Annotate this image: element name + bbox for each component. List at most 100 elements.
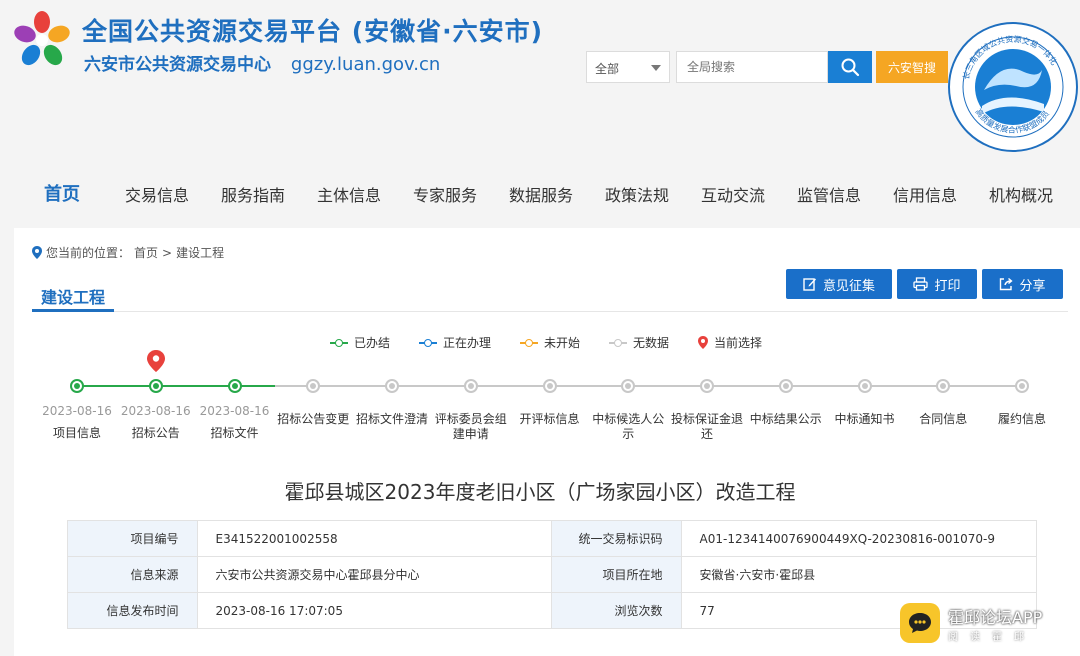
legend-current: 当前选择 bbox=[698, 334, 762, 351]
center-subtitle: 六安市公共资源交易中心 ggzy.luan.gov.cn bbox=[84, 50, 440, 75]
legend-swatch-done bbox=[330, 338, 348, 348]
page-root: 全国公共资源交易平台 (安徽省·六安市) 六安市公共资源交易中心 ggzy.lu… bbox=[0, 0, 1080, 656]
timeline-step-label[interactable]: 项目信息 bbox=[37, 426, 117, 441]
timeline-node[interactable] bbox=[1015, 379, 1029, 393]
timeline-step-label[interactable]: 履约信息 bbox=[982, 412, 1062, 427]
table-row: 信息发布时间 2023-08-16 17:07:05 浏览次数 77 bbox=[67, 592, 1038, 629]
legend-swatch-doing bbox=[419, 338, 437, 348]
timeline-step-label[interactable]: 招标公告变更 bbox=[273, 412, 353, 427]
timeline-node[interactable] bbox=[621, 379, 636, 393]
table-row: 信息来源 六安市公共资源交易中心霍邱县分中心 项目所在地 安徽省·六安市·霍邱县 bbox=[67, 556, 1038, 593]
app-watermark: 霍邱论坛APP 阅读霍邱 bbox=[900, 600, 1070, 646]
timeline-node[interactable] bbox=[385, 379, 399, 393]
legend-not-started: 未开始 bbox=[520, 334, 580, 351]
chevron-down-icon bbox=[651, 65, 661, 71]
app-name: 霍邱论坛APP bbox=[948, 607, 1043, 627]
timeline-node[interactable] bbox=[306, 379, 321, 393]
tab-construction[interactable]: 建设工程 bbox=[32, 282, 114, 312]
timeline-step-date: 2023-08-16 bbox=[42, 404, 112, 418]
printer-icon bbox=[913, 277, 929, 291]
legend-label-current: 当前选择 bbox=[714, 336, 763, 350]
timeline-step-date: 2023-08-16 bbox=[120, 404, 191, 418]
platform-title: 全国公共资源交易平台 (安徽省·六安市) bbox=[82, 17, 544, 46]
legend-label-not-started: 未开始 bbox=[544, 336, 581, 350]
nav-item-policy[interactable]: 政策法规 bbox=[605, 182, 669, 206]
timeline-step-label[interactable]: 中标候选人公示 bbox=[588, 412, 668, 442]
print-button[interactable]: 打印 bbox=[897, 269, 977, 299]
breadcrumb-separator: > bbox=[162, 245, 173, 260]
timeline-node[interactable] bbox=[700, 379, 714, 393]
legend-doing: 正在办理 bbox=[419, 334, 491, 351]
label-info-source: 信息来源 bbox=[67, 556, 198, 593]
legend-swatch-no-data bbox=[609, 338, 627, 348]
value-project-code: E341522001002558 bbox=[196, 520, 553, 557]
project-info-table: 项目编号 E341522001002558 统一交易标识码 A01-123414… bbox=[67, 520, 1038, 629]
nav-item-expert-service[interactable]: 专家服务 bbox=[413, 182, 477, 206]
legend-no-data: 无数据 bbox=[609, 334, 669, 351]
site-header: 全国公共资源交易平台 (安徽省·六安市) 六安市公共资源交易中心 ggzy.lu… bbox=[0, 0, 1080, 160]
timeline-step-label[interactable]: 招标文件澄清 bbox=[352, 412, 432, 427]
nav-item-about[interactable]: 机构概况 bbox=[989, 182, 1053, 206]
map-marker-icon bbox=[698, 336, 708, 349]
feedback-label: 意见征集 bbox=[822, 278, 875, 294]
nav-item-entity-info[interactable]: 主体信息 bbox=[317, 182, 381, 206]
nav-item-home[interactable]: 首页 bbox=[44, 180, 80, 206]
value-trade-id: A01-1234140076900449XQ-20230816-001070-9 bbox=[680, 520, 1038, 557]
platform-logo-icon bbox=[14, 11, 70, 66]
label-location: 项目所在地 bbox=[551, 556, 682, 593]
timeline-step-label[interactable]: 评标委员会组建申请 bbox=[431, 412, 511, 442]
breadcrumb-prefix: 您当前的位置： bbox=[46, 246, 131, 260]
print-label: 打印 bbox=[934, 278, 961, 294]
feedback-button[interactable]: 意见征集 bbox=[786, 269, 892, 299]
current-step-marker-icon bbox=[146, 350, 165, 372]
value-location: 安徽省·六安市·霍邱县 bbox=[680, 556, 1038, 593]
smart-search-button[interactable]: 六安智搜 bbox=[876, 51, 948, 83]
timeline-step-label[interactable]: 中标结果公示 bbox=[746, 412, 826, 427]
nav-item-supervision[interactable]: 监管信息 bbox=[797, 182, 861, 206]
site-domain: ggzy.luan.gov.cn bbox=[290, 54, 441, 75]
timeline-node[interactable] bbox=[542, 379, 557, 393]
share-button[interactable]: 分享 bbox=[982, 269, 1063, 299]
share-label: 分享 bbox=[1019, 278, 1046, 294]
legend-swatch-not-started bbox=[520, 338, 538, 348]
value-info-source: 六安市公共资源交易中心霍邱县分中心 bbox=[196, 556, 553, 593]
label-view-count: 浏览次数 bbox=[551, 592, 682, 629]
search-scope-select[interactable]: 全部 bbox=[586, 51, 670, 83]
search-icon bbox=[841, 58, 860, 77]
location-pin-icon bbox=[32, 246, 42, 259]
timeline-node[interactable] bbox=[227, 379, 242, 393]
value-publish-time: 2023-08-16 17:07:05 bbox=[196, 592, 553, 629]
timeline-node[interactable] bbox=[936, 379, 951, 393]
nav-item-service-guide[interactable]: 服务指南 bbox=[221, 182, 285, 206]
timeline-node[interactable] bbox=[148, 379, 163, 393]
search-button[interactable] bbox=[828, 51, 872, 83]
search-scope-value: 全部 bbox=[595, 62, 620, 76]
timeline-step-label[interactable]: 招标文件 bbox=[195, 426, 275, 441]
nav-item-interaction[interactable]: 互动交流 bbox=[701, 182, 765, 206]
timeline-node[interactable] bbox=[778, 379, 793, 393]
timeline-node[interactable] bbox=[463, 379, 478, 393]
timeline-step-label[interactable]: 合同信息 bbox=[903, 412, 983, 427]
legend-label-no-data: 无数据 bbox=[633, 336, 670, 350]
edit-icon bbox=[803, 278, 816, 291]
nav-item-credit[interactable]: 信用信息 bbox=[893, 182, 957, 206]
project-title: 霍邱县城区2023年度老旧小区（广场家园小区）改造工程 bbox=[284, 480, 796, 504]
timeline-node[interactable] bbox=[70, 379, 84, 393]
timeline-step-label[interactable]: 招标公告 bbox=[116, 426, 196, 441]
legend-label-done: 已办结 bbox=[354, 336, 391, 350]
alliance-emblem-icon: 长三角区域公共资源交易一体化 高质量发展合作联盟成员 bbox=[948, 22, 1078, 152]
section-divider bbox=[32, 311, 1068, 312]
timeline-step-label[interactable]: 投标保证金退还 bbox=[667, 412, 747, 442]
search-input[interactable] bbox=[676, 51, 828, 83]
breadcrumb-home[interactable]: 首页 bbox=[134, 244, 158, 261]
timeline-node[interactable] bbox=[857, 379, 872, 393]
center-name: 六安市公共资源交易中心 bbox=[84, 55, 271, 75]
app-badge-text: 霍邱论坛APP 阅读霍邱 bbox=[948, 604, 1042, 643]
breadcrumb: 您当前的位置： 首页 > 建设工程 bbox=[32, 244, 224, 261]
label-trade-id: 统一交易标识码 bbox=[551, 520, 682, 557]
chat-bubble-icon bbox=[900, 603, 940, 643]
nav-item-data-service[interactable]: 数据服务 bbox=[509, 182, 573, 206]
timeline-step-label[interactable]: 开评标信息 bbox=[510, 412, 590, 427]
nav-item-trade-info[interactable]: 交易信息 bbox=[125, 182, 189, 206]
timeline-step-label[interactable]: 中标通知书 bbox=[825, 412, 905, 427]
